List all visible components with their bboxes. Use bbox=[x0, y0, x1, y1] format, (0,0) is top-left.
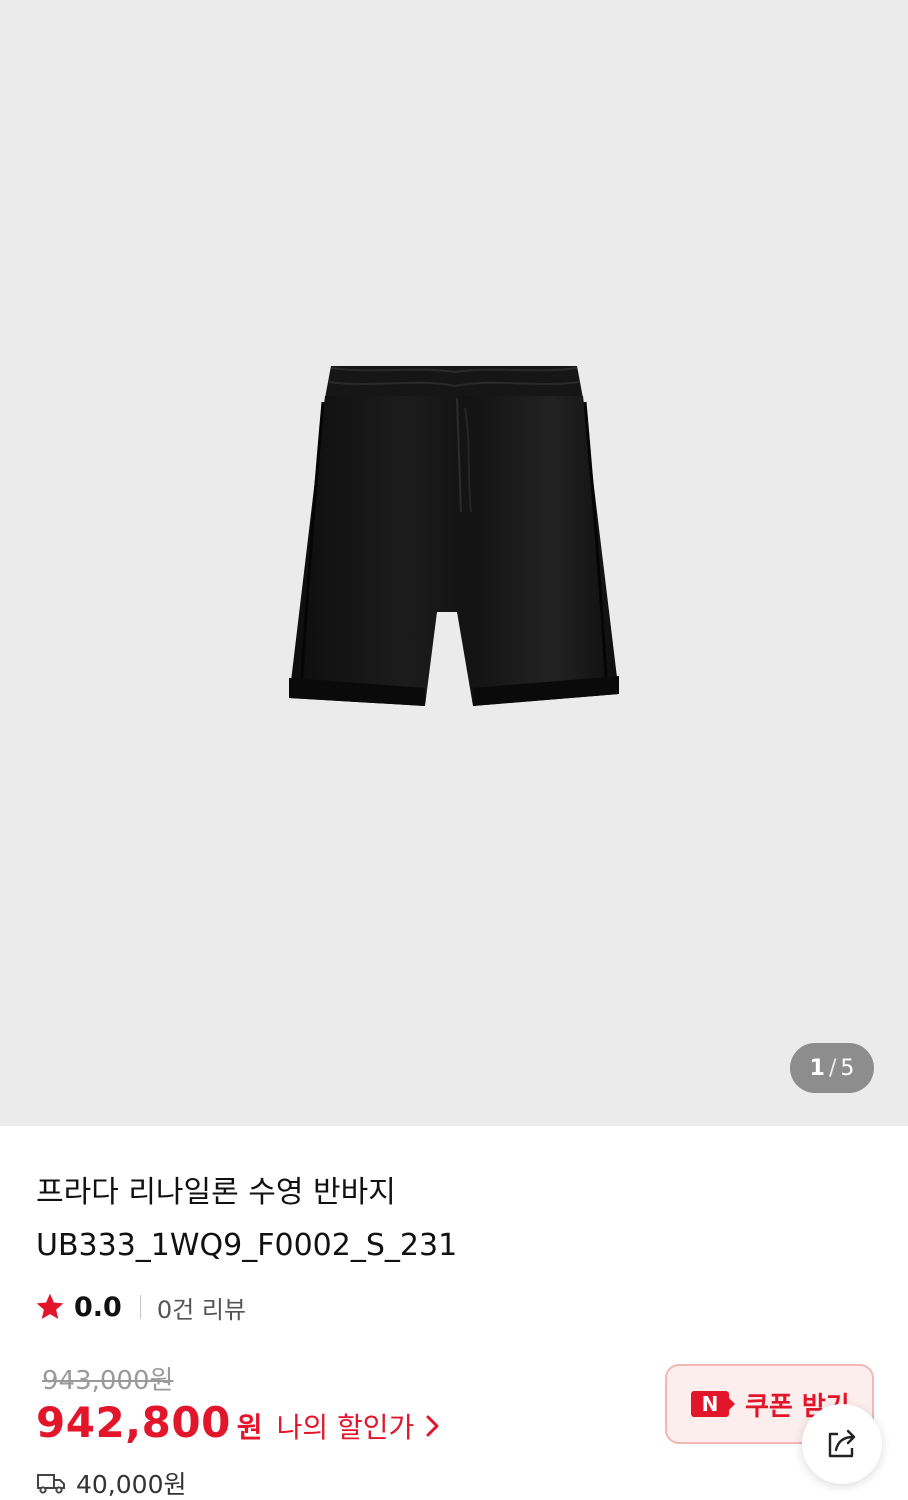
product-title-line2: UB333_1WQ9_F0002_S_231 bbox=[36, 1228, 458, 1263]
product-image[interactable] bbox=[285, 362, 621, 712]
page-separator: / bbox=[828, 1055, 837, 1081]
n-badge-icon: N bbox=[691, 1391, 735, 1417]
product-title: 프라다 리나일론 수영 반바지 UB333_1WQ9_F0002_S_231 bbox=[36, 1166, 636, 1272]
rating-divider bbox=[139, 1295, 141, 1319]
my-discount-price-link[interactable]: 나의 할인가 bbox=[277, 1406, 443, 1446]
shipping-fee: 40,000원 bbox=[76, 1470, 187, 1499]
sale-price-unit: 원 bbox=[236, 1411, 263, 1444]
original-price: 943,000원 bbox=[42, 1366, 174, 1396]
sale-price-row: 942,800 원 나의 할인가 bbox=[36, 1398, 442, 1454]
review-count-link[interactable]: 0건 리뷰 bbox=[157, 1290, 246, 1325]
truck-icon bbox=[37, 1474, 65, 1494]
total-pages: 5 bbox=[840, 1055, 855, 1081]
product-info: 프라다 리나일론 수영 반바지 UB333_1WQ9_F0002_S_231 0… bbox=[0, 1126, 908, 1500]
share-icon bbox=[828, 1429, 856, 1458]
image-page-indicator: 1 / 5 bbox=[790, 1043, 874, 1093]
product-title-line1: 프라다 리나일론 수영 반바지 bbox=[36, 1175, 396, 1210]
shipping-row: 40,000원 bbox=[36, 1466, 186, 1500]
sale-price: 942,800 bbox=[36, 1398, 231, 1447]
current-page: 1 bbox=[809, 1055, 825, 1081]
share-button[interactable] bbox=[802, 1404, 882, 1484]
star-icon bbox=[36, 1293, 64, 1319]
rating-value: 0.0 bbox=[74, 1291, 122, 1323]
product-image-gallery[interactable]: 1 / 5 bbox=[0, 0, 908, 1126]
my-discount-price-label: 나의 할인가 bbox=[276, 1411, 415, 1444]
rating-row[interactable]: 0.0 0건 리뷰 bbox=[34, 1289, 246, 1325]
chevron-right-icon bbox=[426, 1415, 439, 1437]
